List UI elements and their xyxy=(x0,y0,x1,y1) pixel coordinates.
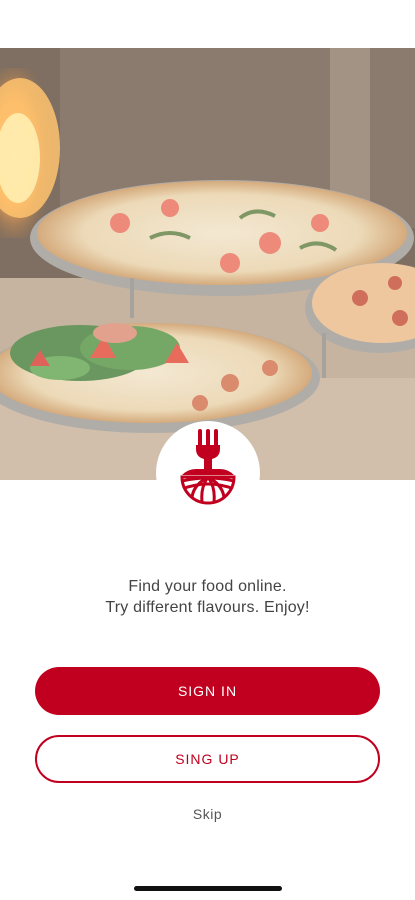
skip-link[interactable]: Skip xyxy=(0,806,415,822)
app-logo xyxy=(156,421,260,525)
sign-in-label: SIGN IN xyxy=(177,683,238,699)
sign-in-button[interactable]: SIGN IN xyxy=(35,667,380,715)
tagline-line-1: Find your food online. xyxy=(128,578,287,595)
tagline-line-2: Try different flavours. Enjoy! xyxy=(105,599,310,616)
hero-image xyxy=(0,48,415,480)
sign-up-button[interactable]: SING UP xyxy=(35,735,380,783)
home-indicator[interactable] xyxy=(134,886,282,891)
tagline: Find your food online. Try different fla… xyxy=(0,576,415,618)
hero-fade-overlay xyxy=(0,48,415,480)
fork-field-logo-icon xyxy=(180,429,236,505)
status-bar xyxy=(0,0,415,48)
sign-up-label: SING UP xyxy=(175,751,240,767)
